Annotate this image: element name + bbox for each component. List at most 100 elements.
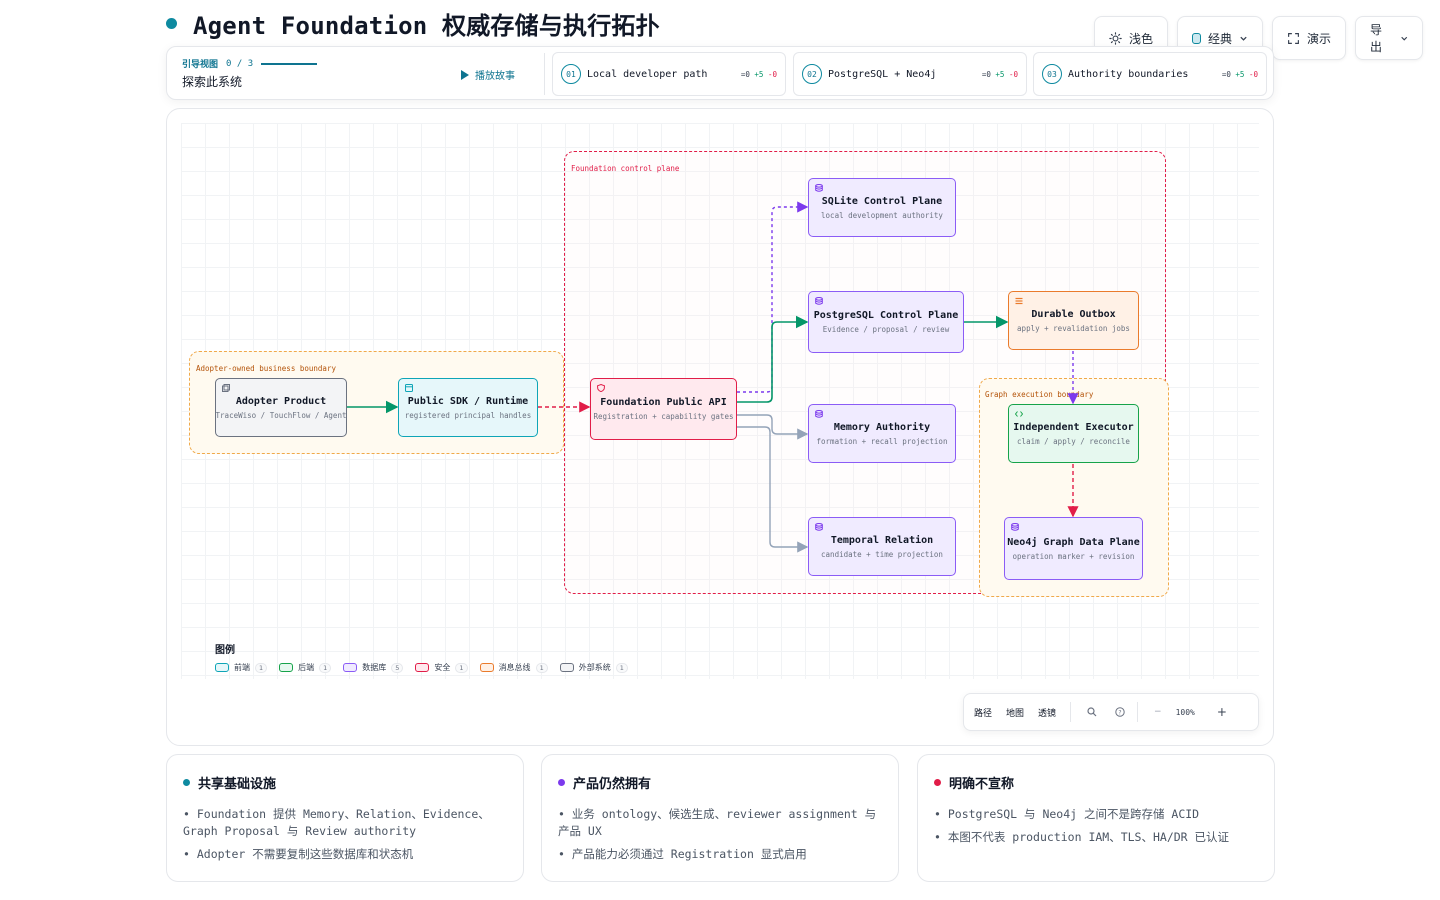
style-swatch-icon <box>1192 32 1201 44</box>
step-delta: =0 +5 -0 <box>1221 69 1258 79</box>
step-label: Authority boundaries <box>1068 68 1189 80</box>
play-story-button[interactable]: 播放故事 <box>461 67 515 82</box>
node-subtitle: local development authority <box>821 210 943 220</box>
database-icon <box>815 523 823 531</box>
node-title: Neo4j Graph Data Plane <box>1007 536 1140 548</box>
legend-label: 前端 <box>234 663 250 672</box>
fullscreen-icon <box>1288 32 1299 44</box>
path-button[interactable]: 路径 <box>974 706 992 719</box>
style-label: 经典 <box>1208 31 1233 46</box>
legend-label: 外部系统 <box>578 663 611 672</box>
node-memory-authority[interactable]: Memory Authority formation + recall proj… <box>808 404 956 463</box>
card-dot <box>183 779 190 786</box>
export-label: 导出 <box>1370 23 1383 54</box>
node-title: Independent Executor <box>1013 421 1134 433</box>
card-not-claimed: 明确不宣称 • PostgreSQL 与 Neo4j 之间不是跨存储 ACID … <box>917 754 1275 882</box>
guide-label: 引导视图 <box>182 60 219 70</box>
step-number: 01 <box>561 64 581 84</box>
story-bar: 引导视图 0 / 3 探索此系统 播放故事 01 Local developer… <box>166 46 1274 100</box>
node-subtitle: formation + recall projection <box>816 436 948 446</box>
step-delta: =0 +5 -0 <box>981 69 1018 79</box>
database-icon <box>1011 523 1019 531</box>
diagram-canvas[interactable]: Foundation control plane Adopter-owned b… <box>166 108 1274 746</box>
legend-count: 1 <box>535 662 548 673</box>
story-step-2[interactable]: 02 PostgreSQL + Neo4j =0 +5 -0 <box>793 52 1027 96</box>
legend-item[interactable]: 前端 1 <box>215 662 268 673</box>
card-dot <box>558 779 565 786</box>
node-sqlite[interactable]: SQLite Control Plane local development a… <box>808 178 956 237</box>
legend-swatch <box>343 663 358 672</box>
card-item: • 产品能力必须通过 Registration 显式启用 <box>558 847 807 861</box>
help-icon[interactable]: ? <box>1115 707 1125 717</box>
database-icon <box>815 184 823 192</box>
node-durable-outbox[interactable]: Durable Outbox apply + revalidation jobs <box>1008 291 1139 350</box>
card-item: • Foundation 提供 Memory、Relation、Evidence… <box>183 807 490 838</box>
sun-icon <box>1109 31 1122 45</box>
page-title: Agent Foundation 权威存储与执行拓扑 <box>193 12 660 40</box>
map-controls: 路径 地图 透镜 ? − 100% + <box>963 693 1259 731</box>
card-title: 明确不宣称 <box>949 777 1015 792</box>
legend-items: 前端 1 后端 1 数据库 5 安全 1 消息总线 1 外部系统 1 <box>215 662 628 673</box>
story-step-3[interactable]: 03 Authority boundaries =0 +5 -0 <box>1033 52 1267 96</box>
lens-button[interactable]: 透镜 <box>1038 706 1056 719</box>
node-title: Memory Authority <box>833 421 931 433</box>
legend-item[interactable]: 外部系统 1 <box>559 662 628 673</box>
play-label: 播放故事 <box>475 71 515 82</box>
browser-icon <box>405 384 413 392</box>
legend-count: 1 <box>255 662 268 673</box>
guide-progress-bar <box>261 62 318 65</box>
legend-label: 安全 <box>434 663 451 672</box>
node-title: Public SDK / Runtime <box>407 395 529 407</box>
database-icon <box>815 410 823 418</box>
map-button[interactable]: 地图 <box>1006 706 1024 719</box>
legend-swatch <box>479 663 494 672</box>
step-label: PostgreSQL + Neo4j <box>828 68 937 80</box>
legend-item[interactable]: 安全 1 <box>415 662 468 673</box>
node-public-sdk[interactable]: Public SDK / Runtime registered principa… <box>398 378 538 437</box>
card-item: • 业务 ontology、候选生成、reviewer assignment 与… <box>558 807 877 838</box>
node-foundation-api[interactable]: Foundation Public API Registration + cap… <box>590 378 737 440</box>
story-step-1[interactable]: 01 Local developer path =0 +5 -0 <box>552 52 786 96</box>
legend-swatch <box>215 663 229 672</box>
node-subtitle: Evidence / proposal / review <box>822 325 950 334</box>
edge-api-memory <box>737 414 809 440</box>
edge-api-postgres <box>737 315 809 403</box>
zoom-in-button[interactable]: + <box>1217 705 1227 719</box>
legend-count: 5 <box>391 662 404 673</box>
card-product-owns: 产品仍然拥有 • 业务 ontology、候选生成、reviewer assig… <box>541 754 899 882</box>
node-title: Adopter Product <box>235 395 327 407</box>
legend-label: 后端 <box>298 663 315 672</box>
queue-icon <box>1015 297 1023 305</box>
code-icon <box>1015 411 1023 417</box>
card-title: 共享基础设施 <box>198 777 277 792</box>
step-label: Local developer path <box>587 68 708 80</box>
present-button[interactable]: 演示 <box>1272 16 1346 60</box>
legend-count: 1 <box>319 662 332 673</box>
legend-item[interactable]: 消息总线 1 <box>479 662 548 673</box>
legend-item[interactable]: 后端 1 <box>279 662 332 673</box>
node-subtitle: operation marker + revision <box>1012 551 1135 561</box>
chevron-down-icon <box>1240 36 1247 41</box>
node-adopter-product[interactable]: Adopter Product TraceWiso / TouchFlow / … <box>215 378 347 437</box>
zoom-out-button[interactable]: − <box>1154 707 1162 717</box>
node-temporal-relation[interactable]: Temporal Relation candidate + time proje… <box>808 517 956 576</box>
node-subtitle: claim / apply / reconcile <box>1017 436 1130 446</box>
legend-count: 1 <box>455 662 468 673</box>
node-title: PostgreSQL Control Plane <box>813 310 959 321</box>
legend-item[interactable]: 数据库 5 <box>343 662 404 673</box>
node-subtitle: apply + revalidation jobs <box>1017 323 1130 333</box>
present-label: 演示 <box>1307 31 1332 46</box>
search-icon[interactable] <box>1087 707 1097 717</box>
card-dot <box>934 779 941 786</box>
legend-label: 消息总线 <box>498 663 531 672</box>
card-title: 产品仍然拥有 <box>573 777 652 792</box>
node-postgres[interactable]: PostgreSQL Control Plane Evidence / prop… <box>808 291 964 353</box>
legend-label: 数据库 <box>362 663 387 672</box>
play-icon <box>461 69 469 80</box>
guide-progress: 0 / 3 <box>226 58 254 69</box>
card-item: • PostgreSQL 与 Neo4j 之间不是跨存储 ACID <box>934 807 1200 821</box>
node-independent-executor[interactable]: Independent Executor claim / apply / rec… <box>1008 404 1139 463</box>
step-number: 02 <box>802 64 822 84</box>
export-button[interactable]: 导出 <box>1355 16 1423 60</box>
node-neo4j[interactable]: Neo4j Graph Data Plane operation marker … <box>1004 517 1143 580</box>
